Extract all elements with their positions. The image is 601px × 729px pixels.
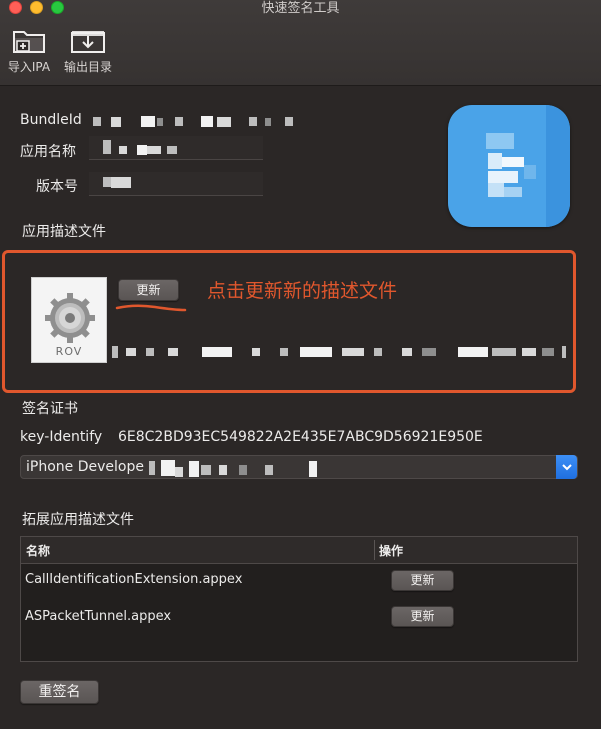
certificate-section-title: 签名证书 <box>22 401 78 417</box>
window-title: 快速签名工具 <box>261 1 340 16</box>
import-ipa-label: 导入IPA <box>7 60 51 74</box>
output-directory-label: 输出目录 <box>63 60 112 74</box>
column-header-name[interactable]: 名称 <box>26 542 50 559</box>
profile-name-redacted <box>112 344 568 360</box>
extension-name: ASPacketTunnel.appex <box>25 609 172 624</box>
profile-thumbnail: ROV <box>31 277 107 363</box>
gear-icon <box>45 293 95 343</box>
extensions-section-title: 拓展应用描述文件 <box>22 512 134 528</box>
update-profile-button[interactable]: 更新 <box>118 279 179 301</box>
folder-add-icon <box>13 31 45 53</box>
resign-button[interactable]: 重签名 <box>20 680 99 704</box>
import-ipa-button[interactable]: 导入IPA <box>5 28 53 75</box>
table-row[interactable]: ASPacketTunnel.appex 更新 <box>21 603 577 633</box>
app-name-label: 应用名称 <box>20 144 76 160</box>
column-header-action[interactable]: 操作 <box>379 542 403 559</box>
key-identify-label: key-Identify <box>20 429 103 445</box>
update-extension-button[interactable]: 更新 <box>391 570 454 591</box>
certificate-select[interactable]: iPhone Develope <box>20 455 578 479</box>
app-name-field[interactable] <box>89 136 263 160</box>
key-identify-value: 6E8C2BD93EC549822A2E435E7ABC9D56921E950E <box>118 429 483 445</box>
bundle-id-label: BundleId <box>20 112 82 128</box>
underline-annotation <box>115 304 187 312</box>
extensions-table: 名称 操作 CallIdentificationExtension.appex … <box>20 536 578 662</box>
profile-thumbnail-label: ROV <box>55 345 83 358</box>
column-divider[interactable] <box>374 540 375 560</box>
folder-download-icon <box>71 31 105 53</box>
certificate-selected-value: iPhone Develope <box>26 459 144 475</box>
extension-name: CallIdentificationExtension.appex <box>25 572 243 587</box>
version-label: 版本号 <box>36 179 78 195</box>
window-titlebar: 快速签名工具 导入IPA 输出目录 <box>0 0 601 86</box>
output-directory-button[interactable]: 输出目录 <box>60 28 116 75</box>
bundle-id-field[interactable] <box>89 110 299 134</box>
table-header: 名称 操作 <box>21 537 577 564</box>
chevron-down-icon[interactable] <box>556 455 577 479</box>
table-row[interactable]: CallIdentificationExtension.appex 更新 <box>21 565 577 595</box>
profile-section-title: 应用描述文件 <box>22 224 106 240</box>
update-extension-button[interactable]: 更新 <box>391 606 454 627</box>
annotation-text: 点击更新新的描述文件 <box>207 280 398 302</box>
version-field[interactable] <box>89 172 263 196</box>
app-icon <box>448 105 570 227</box>
certificate-name-redacted <box>145 459 325 477</box>
